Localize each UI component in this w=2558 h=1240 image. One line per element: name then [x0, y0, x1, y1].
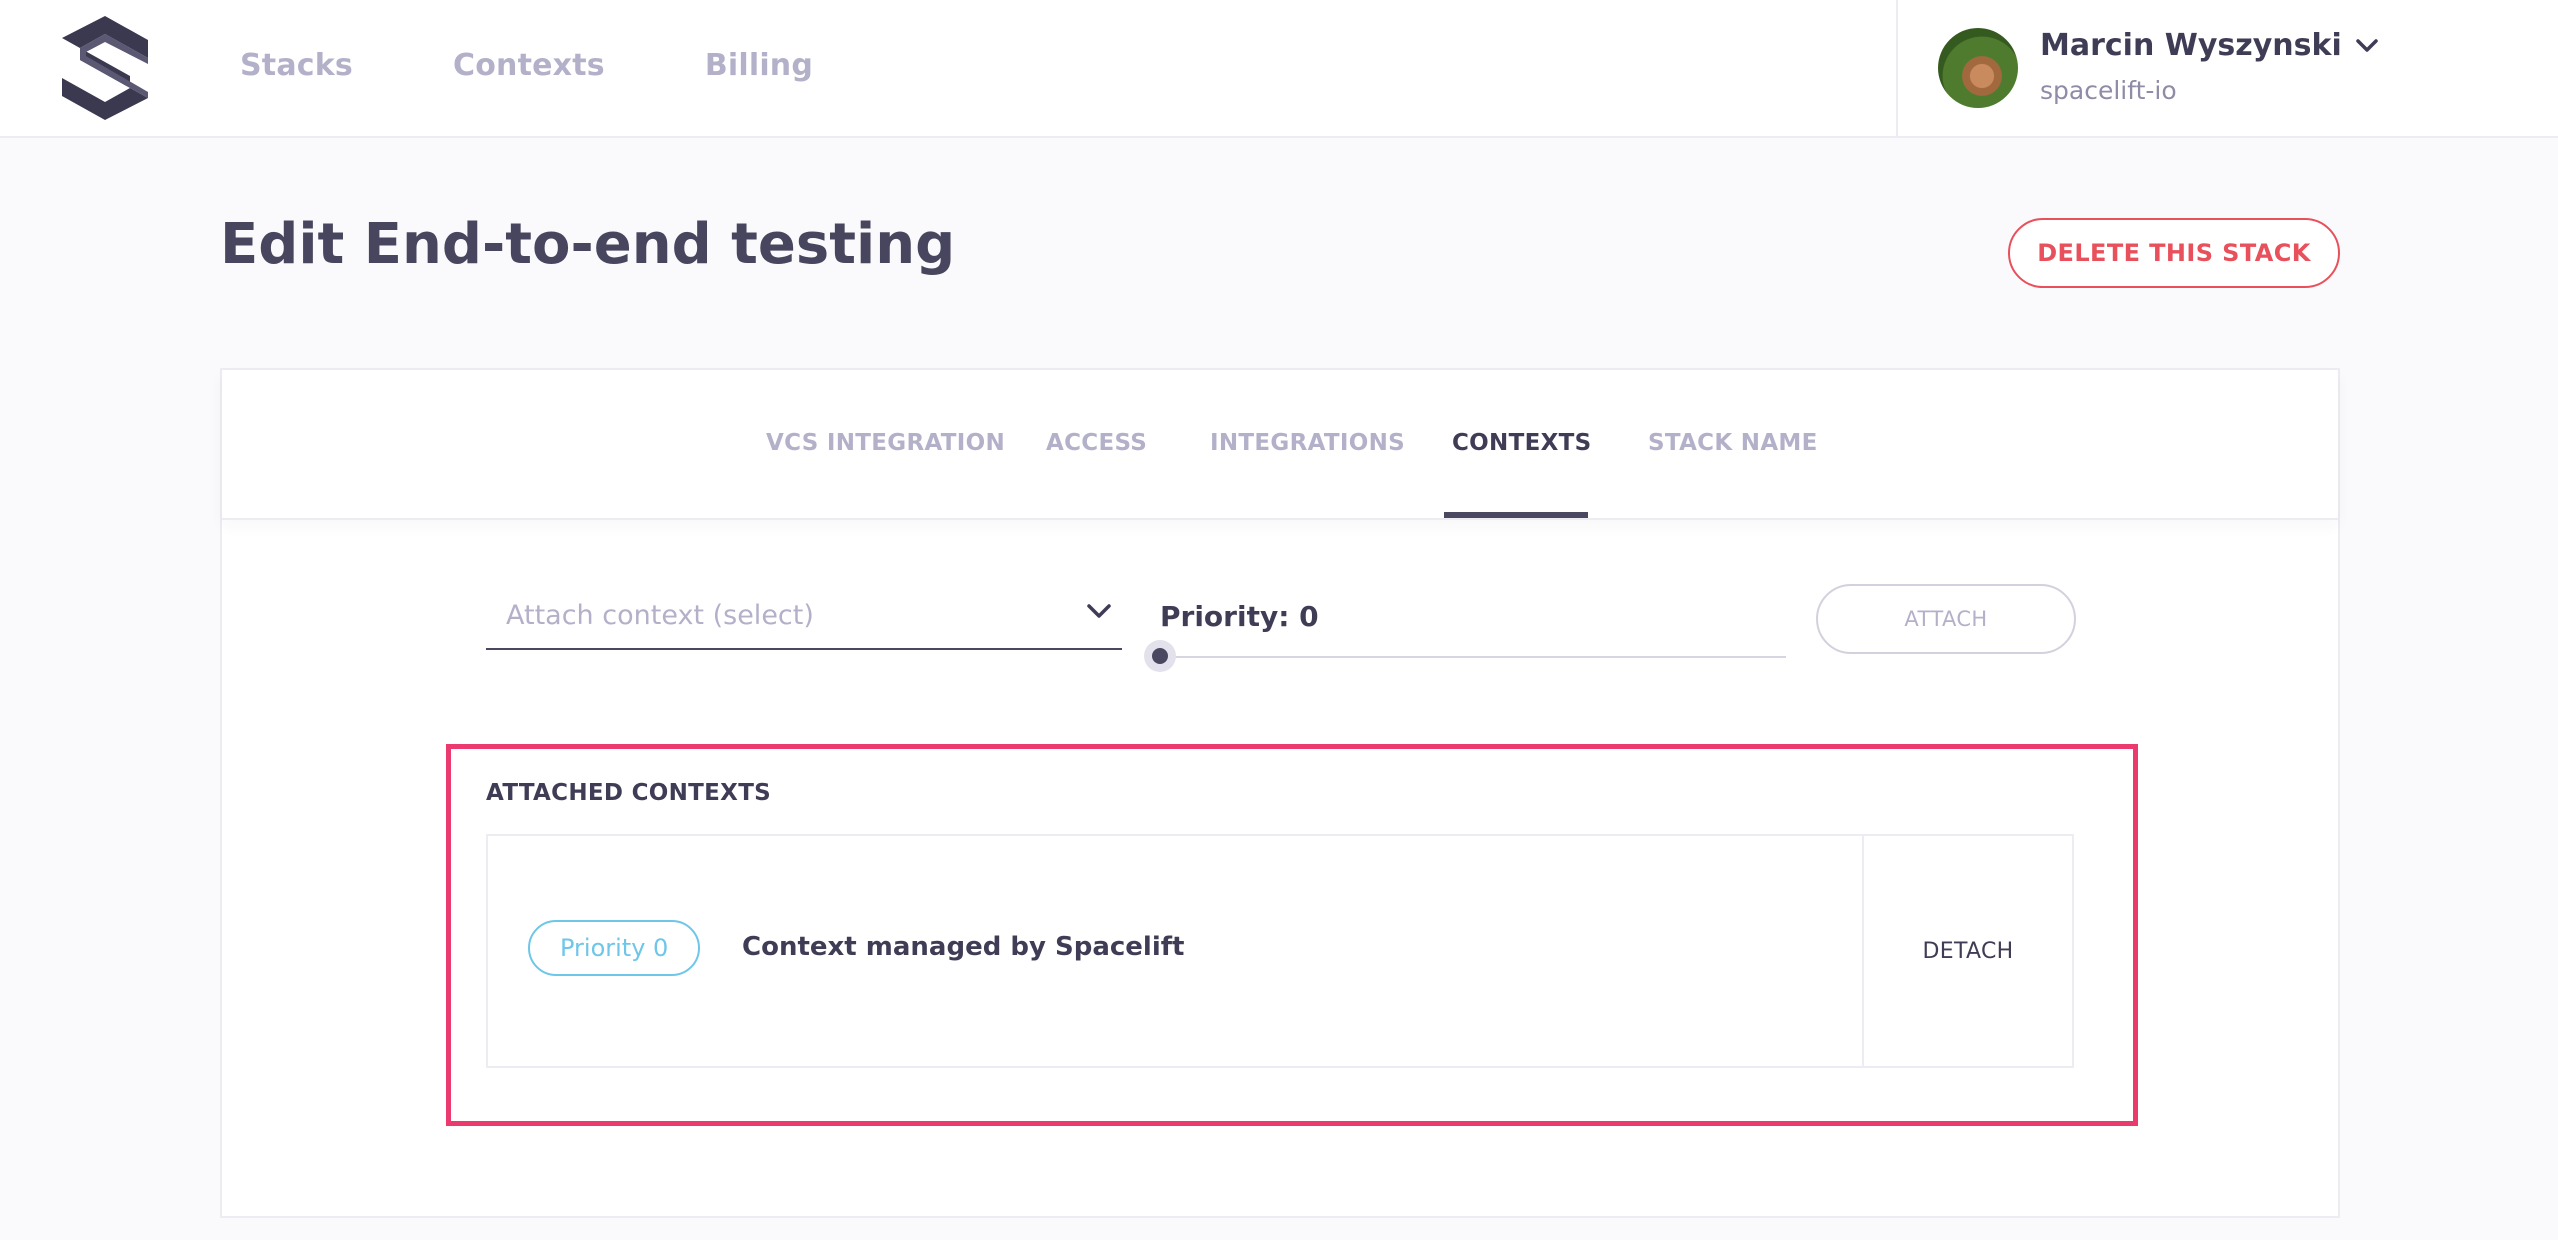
detach-button[interactable]: DETACH [1864, 836, 2072, 1066]
priority-label: Priority: 0 [1160, 600, 1319, 633]
nav-billing[interactable]: Billing [705, 48, 813, 83]
tab-contexts[interactable]: CONTEXTS [1452, 430, 1591, 456]
user-org: spacelift-io [2040, 76, 2177, 105]
context-info: Priority 0 Context managed by Spacelift [488, 836, 1864, 1066]
chevron-down-icon [1087, 604, 1111, 618]
attach-context-select[interactable]: Attach context (select) [486, 588, 1122, 650]
tab-access[interactable]: ACCESS [1046, 430, 1147, 456]
user-name: Marcin Wyszynski [2040, 28, 2342, 63]
tab-stack-name[interactable]: STACK NAME [1648, 430, 1818, 456]
tab-integrations[interactable]: INTEGRATIONS [1210, 430, 1405, 456]
main-nav: Stacks Contexts Billing [240, 48, 813, 83]
tab-bar: VCS INTEGRATION ACCESS INTEGRATIONS CONT… [222, 370, 2338, 520]
nav-stacks[interactable]: Stacks [240, 48, 353, 83]
active-tab-indicator [1444, 512, 1588, 518]
tab-vcs-integration[interactable]: VCS INTEGRATION [766, 430, 1005, 456]
spacelift-logo-icon[interactable] [56, 12, 154, 124]
edit-stack-card: VCS INTEGRATION ACCESS INTEGRATIONS CONT… [220, 368, 2340, 1218]
attached-contexts-heading: ATTACHED CONTEXTS [486, 780, 772, 806]
list-item: Priority 0 Context managed by Spacelift … [486, 834, 2074, 1068]
attach-button[interactable]: ATTACH [1816, 584, 2076, 654]
context-name[interactable]: Context managed by Spacelift [742, 932, 1184, 962]
attach-context-placeholder: Attach context (select) [506, 600, 814, 631]
avatar[interactable] [1938, 28, 2018, 108]
nav-contexts[interactable]: Contexts [453, 48, 605, 83]
page-title: Edit End-to-end testing [220, 212, 956, 277]
priority-slider-track[interactable] [1160, 656, 1786, 658]
delete-stack-button[interactable]: DELETE THIS STACK [2008, 218, 2340, 288]
priority-badge: Priority 0 [528, 920, 701, 976]
priority-slider-handle[interactable] [1144, 640, 1176, 672]
top-bar: Stacks Contexts Billing Marcin Wyszynski… [0, 0, 2558, 138]
user-name-dropdown[interactable]: Marcin Wyszynski [2040, 28, 2378, 63]
user-menu[interactable]: Marcin Wyszynski spacelift-io [1896, 0, 2558, 136]
chevron-down-icon [2355, 38, 2378, 52]
